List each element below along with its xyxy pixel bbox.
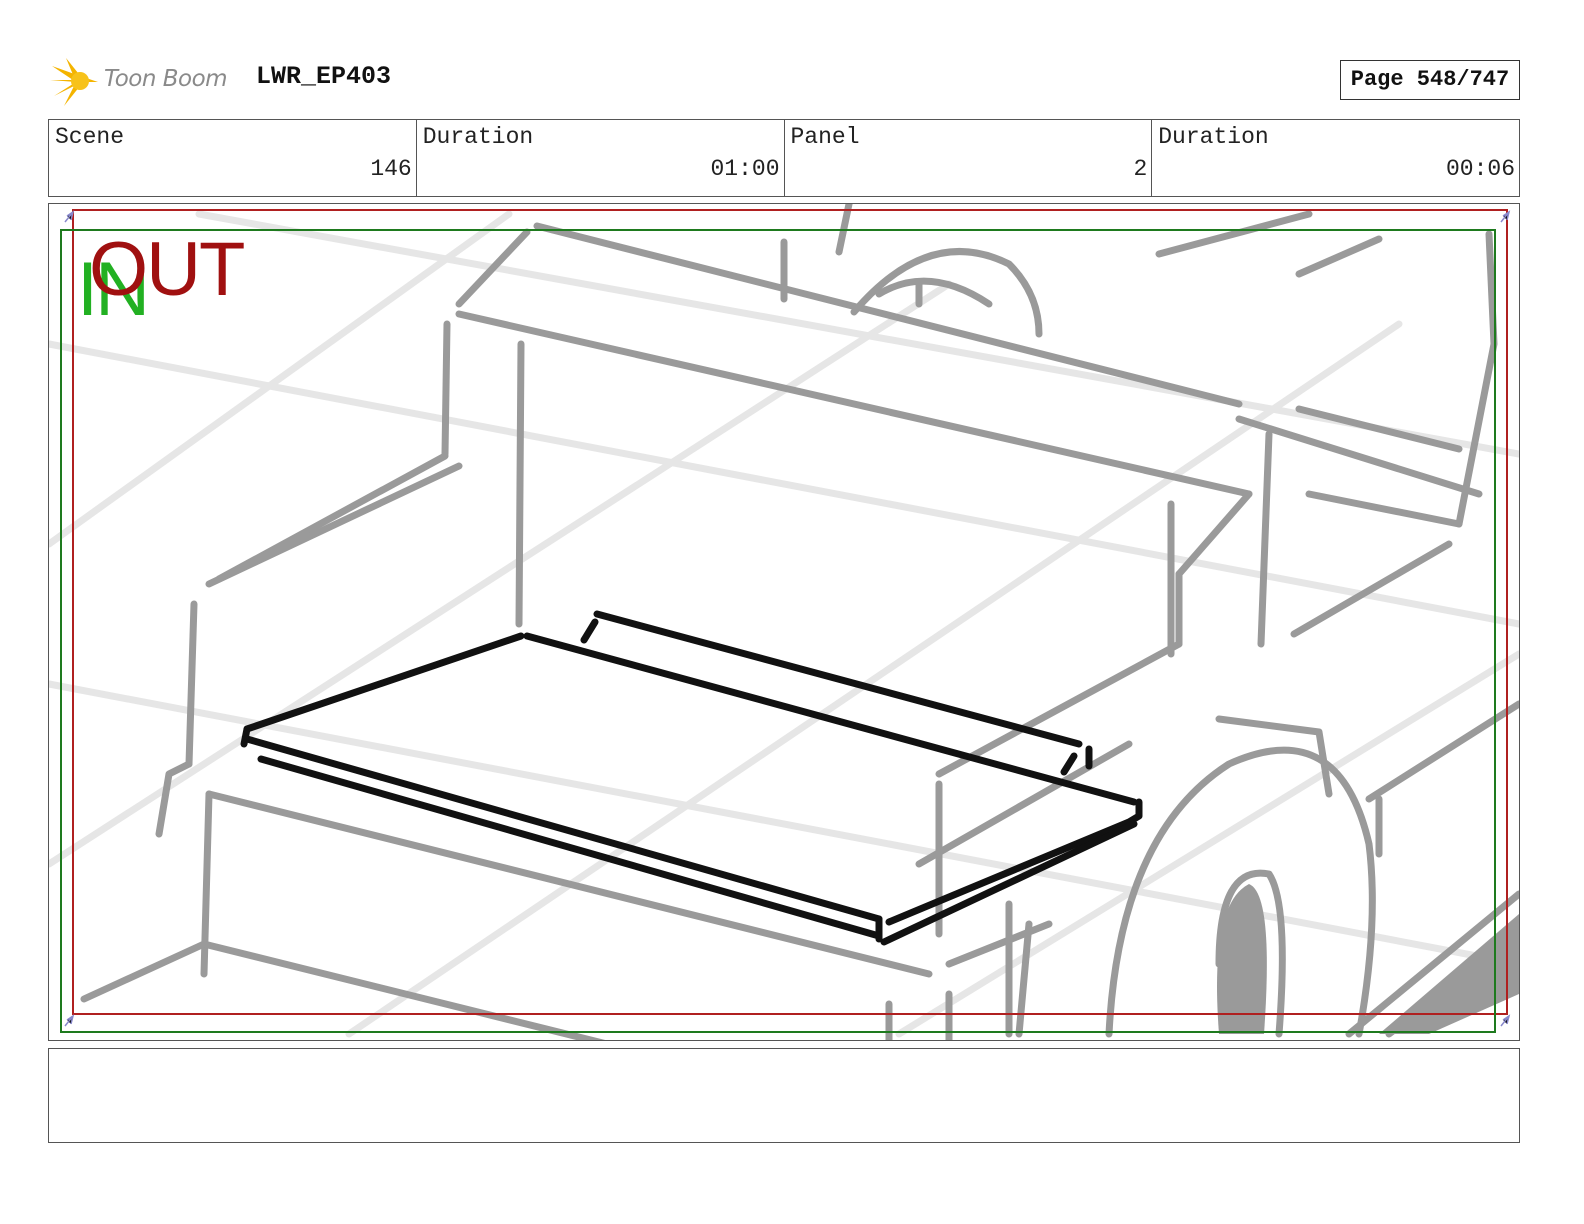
panel-cell: Panel 2 bbox=[785, 120, 1153, 196]
scene-duration-label: Duration bbox=[422, 124, 534, 150]
scene-duration-value: 01:00 bbox=[710, 156, 780, 182]
scene-value: 146 bbox=[370, 156, 412, 182]
panel-label: Panel bbox=[790, 124, 860, 150]
scene-cell: Scene 146 bbox=[49, 120, 417, 196]
panel-value: 2 bbox=[1133, 156, 1148, 182]
starburst-icon bbox=[50, 58, 98, 106]
panel-duration-label: Duration bbox=[1158, 124, 1269, 150]
panel-duration-cell: Duration 00:06 bbox=[1152, 120, 1519, 196]
panel-sketch bbox=[49, 204, 1519, 1040]
project-title: LWR_EP403 bbox=[256, 62, 392, 91]
panel-duration-value: 00:06 bbox=[1445, 156, 1515, 182]
logo-text: Toon Boom bbox=[104, 66, 228, 92]
bench-seat-lineart bbox=[240, 610, 1143, 946]
frame-corner-markers bbox=[64, 210, 1511, 1027]
toon-boom-logo: Toon Boom bbox=[50, 52, 240, 108]
scene-duration-cell: Duration 01:00 bbox=[417, 120, 785, 196]
page-indicator: Page 548/747 bbox=[1340, 60, 1520, 100]
storyboard-panel: IN OUT bbox=[48, 203, 1520, 1041]
info-table: Scene 146 Duration 01:00 Panel 2 Duratio… bbox=[48, 119, 1520, 197]
scene-label: Scene bbox=[55, 124, 125, 150]
caption-box[interactable] bbox=[48, 1048, 1520, 1143]
out-frame-label: OUT bbox=[89, 227, 245, 312]
